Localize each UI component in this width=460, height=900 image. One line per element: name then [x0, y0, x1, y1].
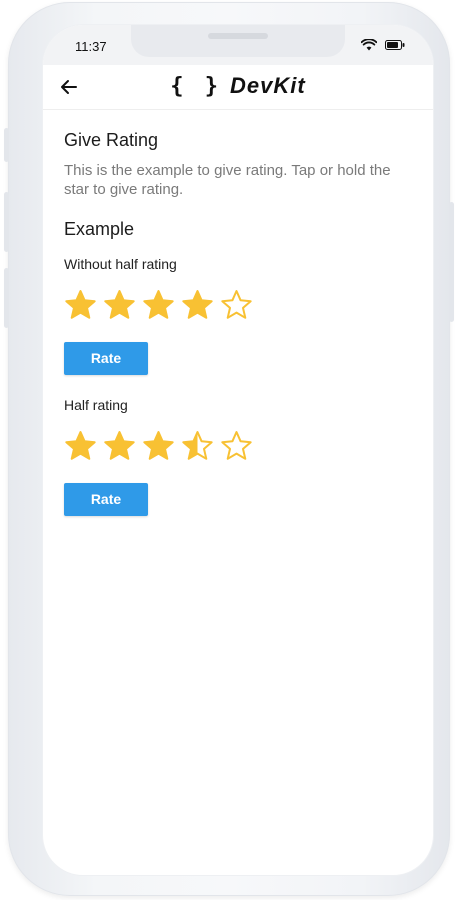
section-label: Half rating [64, 397, 128, 413]
star-rating[interactable] [64, 288, 414, 322]
star-filled-icon[interactable] [64, 289, 97, 322]
star-rating[interactable] [64, 429, 414, 463]
page-description: This is the example to give rating. Tap … [64, 162, 391, 198]
rate-button[interactable]: Rate [64, 342, 148, 375]
page-title: Give Rating [64, 130, 159, 150]
example-heading: Example [64, 219, 135, 239]
rate-button[interactable]: Rate [64, 483, 148, 516]
battery-icon [385, 40, 405, 50]
status-bar: 11:37 [43, 25, 433, 65]
star-filled-icon[interactable] [103, 430, 136, 463]
app-logo: { } DevKit [43, 73, 433, 99]
rating-section-without-half: Without half rating Rate [64, 256, 414, 375]
main-content: Give Rating This is the example to give … [64, 130, 414, 538]
star-filled-icon[interactable] [142, 289, 175, 322]
side-button [449, 202, 454, 322]
logo-braces: { } [170, 74, 223, 99]
phone-frame: 11:37 {} DevKit Give Rating This is the… [4, 2, 454, 896]
rating-section-half: Half rating Rate [64, 397, 414, 516]
status-icons [361, 39, 405, 51]
app-bar: { } DevKit [43, 65, 433, 110]
notch [131, 25, 345, 57]
stage: 11:37 {} DevKit Give Rating This is the… [0, 0, 460, 900]
star-filled-icon[interactable] [103, 289, 136, 322]
speaker [208, 33, 268, 39]
status-time: 11:37 [75, 39, 107, 54]
section-label: Without half rating [64, 256, 177, 272]
star-outline-icon[interactable] [220, 430, 253, 463]
side-button [4, 192, 9, 252]
star-half-icon[interactable] [181, 430, 214, 463]
star-filled-icon[interactable] [142, 430, 175, 463]
phone-screen: 11:37 {} DevKit Give Rating This is the… [43, 25, 433, 875]
logo-text: DevKit [230, 73, 306, 98]
wifi-icon [361, 39, 377, 51]
star-outline-icon[interactable] [220, 289, 253, 322]
side-button [4, 128, 9, 162]
star-filled-icon[interactable] [64, 430, 97, 463]
side-button [4, 268, 9, 328]
star-filled-icon[interactable] [181, 289, 214, 322]
